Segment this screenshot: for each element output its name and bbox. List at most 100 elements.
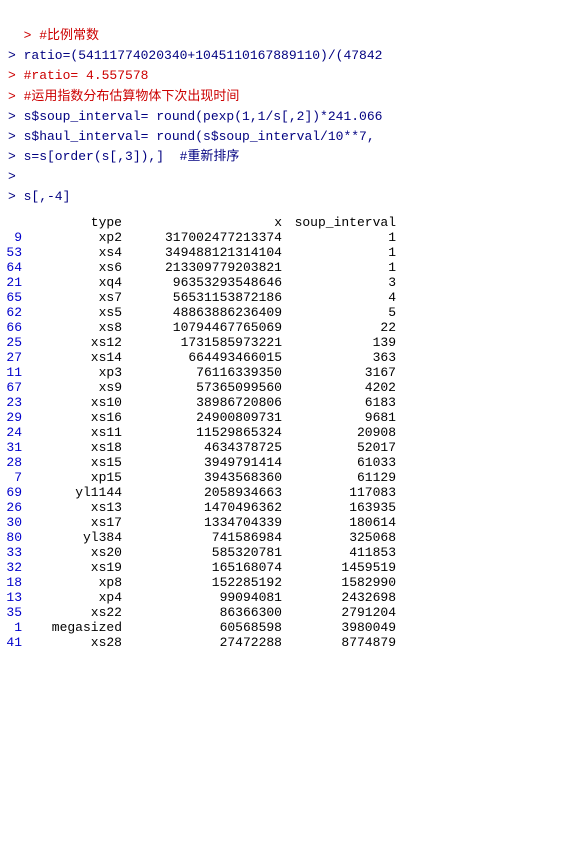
row-x: 76116339350 [126, 365, 286, 380]
row-type: xq4 [26, 275, 126, 290]
header-type: type [26, 215, 126, 230]
line-7: > s=s[order(s[,3]),] #重新排序 [8, 149, 239, 164]
table-row: 28 xs15 3949791414 61033 [0, 455, 580, 470]
row-x: 2058934663 [126, 485, 286, 500]
row-soup: 163935 [286, 500, 396, 515]
row-type: xp2 [26, 230, 126, 245]
row-x: 48863886236409 [126, 305, 286, 320]
row-num: 67 [0, 380, 26, 395]
row-type: xp8 [26, 575, 126, 590]
row-soup: 363 [286, 350, 396, 365]
row-num: 25 [0, 335, 26, 350]
row-soup: 6183 [286, 395, 396, 410]
table-row: 53 xs4 349488121314104 1 [0, 245, 580, 260]
table-row: 11 xp3 76116339350 3167 [0, 365, 580, 380]
header-rownum [0, 215, 26, 230]
row-type: yl1144 [26, 485, 126, 500]
row-soup: 8774879 [286, 635, 396, 650]
line-5: > s$soup_interval= round(pexp(1,1/s[,2])… [8, 109, 382, 124]
row-type: xs13 [26, 500, 126, 515]
row-soup: 1582990 [286, 575, 396, 590]
row-x: 60568598 [126, 620, 286, 635]
table-row: 7 xp15 3943568360 61129 [0, 470, 580, 485]
row-type: xs5 [26, 305, 126, 320]
row-x: 4634378725 [126, 440, 286, 455]
row-soup: 1459519 [286, 560, 396, 575]
row-soup: 1 [286, 260, 396, 275]
row-x: 38986720806 [126, 395, 286, 410]
row-num: 24 [0, 425, 26, 440]
row-soup: 52017 [286, 440, 396, 455]
row-type: xs17 [26, 515, 126, 530]
row-num: 26 [0, 500, 26, 515]
row-num: 28 [0, 455, 26, 470]
row-x: 56531153872186 [126, 290, 286, 305]
row-x: 27472288 [126, 635, 286, 650]
row-num: 27 [0, 350, 26, 365]
row-num: 69 [0, 485, 26, 500]
row-x: 1334704339 [126, 515, 286, 530]
row-num: 64 [0, 260, 26, 275]
row-type: xs18 [26, 440, 126, 455]
table-row: 25 xs12 1731585973221 139 [0, 335, 580, 350]
row-num: 65 [0, 290, 26, 305]
row-num: 23 [0, 395, 26, 410]
row-type: xs12 [26, 335, 126, 350]
row-num: 21 [0, 275, 26, 290]
row-type: xs7 [26, 290, 126, 305]
row-type: xs8 [26, 320, 126, 335]
row-soup: 4 [286, 290, 396, 305]
row-type: xs11 [26, 425, 126, 440]
row-soup: 4202 [286, 380, 396, 395]
table-row: 67 xs9 57365099560 4202 [0, 380, 580, 395]
table-row: 80 yl384 741586984 325068 [0, 530, 580, 545]
table-row: 27 xs14 664493466015 363 [0, 350, 580, 365]
row-x: 317002477213374 [126, 230, 286, 245]
row-soup: 139 [286, 335, 396, 350]
row-soup: 1 [286, 230, 396, 245]
row-type: xs16 [26, 410, 126, 425]
row-soup: 20908 [286, 425, 396, 440]
row-num: 7 [0, 470, 26, 485]
row-soup: 180614 [286, 515, 396, 530]
row-x: 741586984 [126, 530, 286, 545]
row-soup: 61033 [286, 455, 396, 470]
row-x: 86366300 [126, 605, 286, 620]
table-row: 41 xs28 27472288 8774879 [0, 635, 580, 650]
row-x: 99094081 [126, 590, 286, 605]
row-soup: 5 [286, 305, 396, 320]
table-row: 65 xs7 56531153872186 4 [0, 290, 580, 305]
row-x: 1470496362 [126, 500, 286, 515]
row-num: 33 [0, 545, 26, 560]
row-num: 62 [0, 305, 26, 320]
table-row: 1 megasized 60568598 3980049 [0, 620, 580, 635]
row-num: 35 [0, 605, 26, 620]
row-soup: 3167 [286, 365, 396, 380]
row-num: 32 [0, 560, 26, 575]
row-num: 13 [0, 590, 26, 605]
row-soup: 2791204 [286, 605, 396, 620]
table-row: 18 xp8 152285192 1582990 [0, 575, 580, 590]
row-soup: 3980049 [286, 620, 396, 635]
row-type: xp3 [26, 365, 126, 380]
row-soup: 325068 [286, 530, 396, 545]
row-x: 213309779203821 [126, 260, 286, 275]
row-x: 1731585973221 [126, 335, 286, 350]
row-soup: 411853 [286, 545, 396, 560]
table-row: 33 xs20 585320781 411853 [0, 545, 580, 560]
row-x: 664493466015 [126, 350, 286, 365]
line-4: > #运用指数分布估算物体下次出现时间 [8, 89, 239, 104]
table-row: 32 xs19 165168074 1459519 [0, 560, 580, 575]
table-body: 9 xp2 317002477213374 1 53 xs4 349488121… [0, 230, 580, 650]
row-soup: 3 [286, 275, 396, 290]
row-soup: 1 [286, 245, 396, 260]
line-blank: > [8, 169, 16, 184]
row-x: 11529865324 [126, 425, 286, 440]
row-num: 53 [0, 245, 26, 260]
table-row: 35 xs22 86366300 2791204 [0, 605, 580, 620]
table-row: 62 xs5 48863886236409 5 [0, 305, 580, 320]
row-num: 66 [0, 320, 26, 335]
table-row: 30 xs17 1334704339 180614 [0, 515, 580, 530]
line-2: > ratio=(54111774020340+1045110167889110… [8, 48, 382, 63]
row-num: 31 [0, 440, 26, 455]
